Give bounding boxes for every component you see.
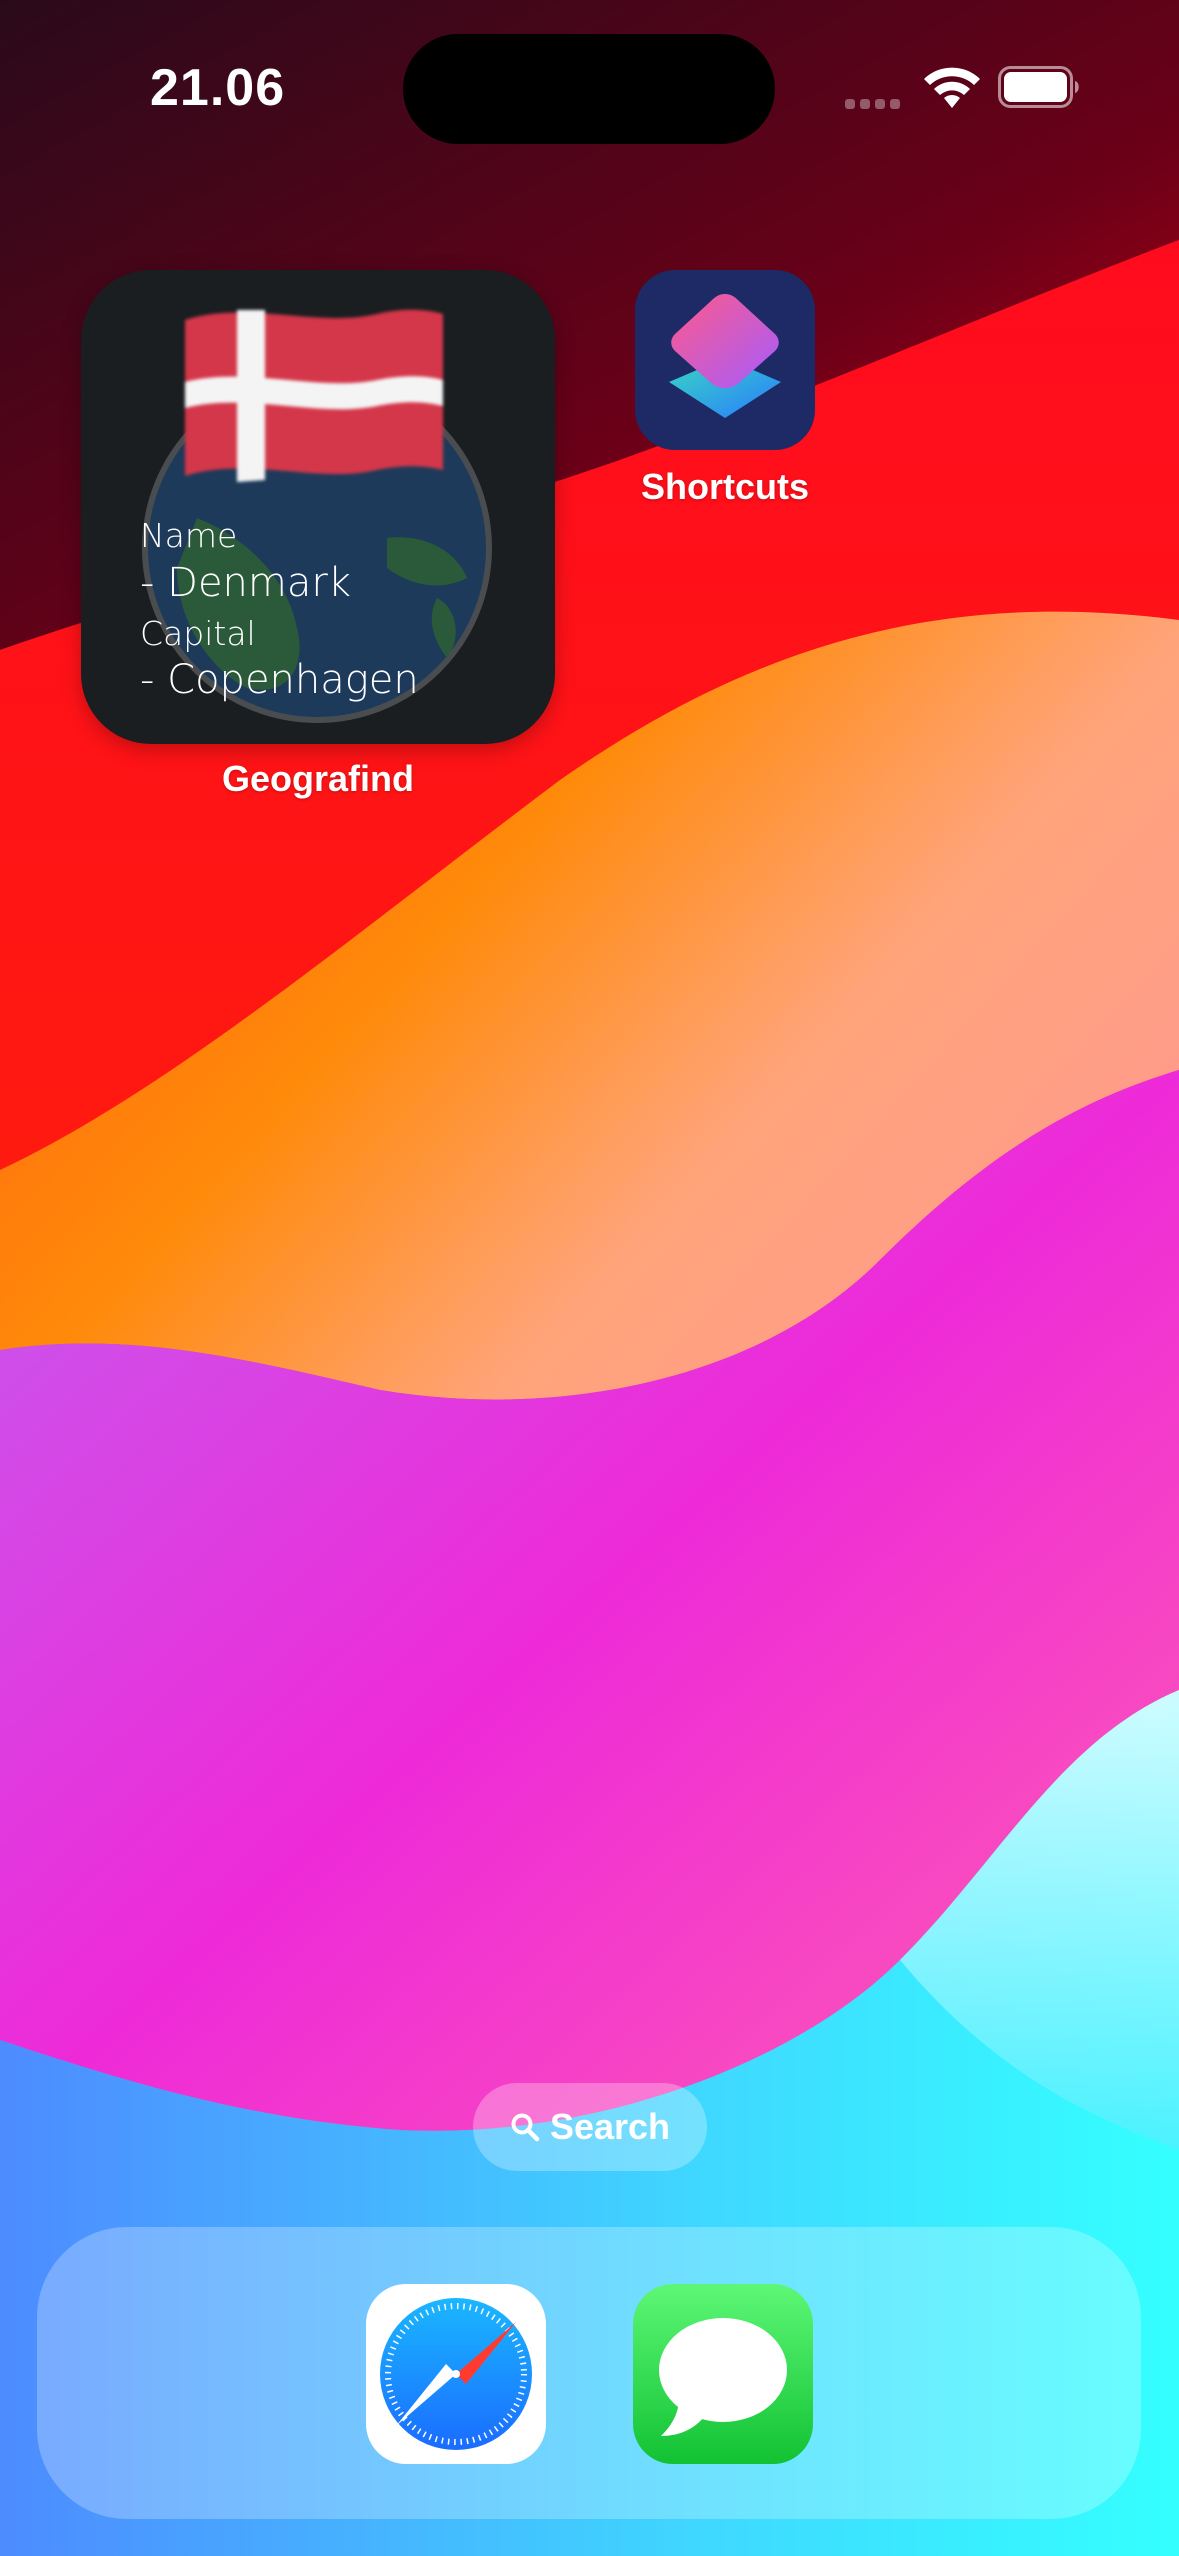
status-time: 21.06 (150, 59, 286, 117)
shortcuts-label: Shortcuts (640, 466, 809, 507)
battery-icon (998, 66, 1079, 108)
dock (37, 2227, 1141, 2519)
geografind-widget[interactable]: Name - Denmark Capital - Copenhagen (81, 270, 555, 744)
dynamic-island (403, 34, 775, 144)
safari-compass-icon (380, 2298, 532, 2450)
safari-app-icon[interactable] (366, 2284, 546, 2464)
shortcuts-logo-icon (669, 294, 781, 418)
messages-bubble-icon (659, 2318, 787, 2436)
cellular-signal-icon (845, 96, 905, 114)
widget-capital-value: - Copenhagen (140, 657, 419, 703)
denmark-flag-icon (185, 309, 443, 482)
geografind-label: Geografind (221, 758, 414, 799)
search-icon (511, 2113, 540, 2142)
messages-app-icon[interactable] (633, 2284, 813, 2464)
wifi-icon (924, 67, 980, 108)
search-label: Search (549, 2106, 671, 2147)
search-button[interactable]: Search (473, 2083, 707, 2171)
widget-name-label: Name (140, 516, 238, 555)
shortcuts-app-icon[interactable] (635, 270, 815, 450)
widget-name-value: - Denmark (140, 560, 351, 606)
widget-capital-label: Capital (140, 614, 256, 653)
